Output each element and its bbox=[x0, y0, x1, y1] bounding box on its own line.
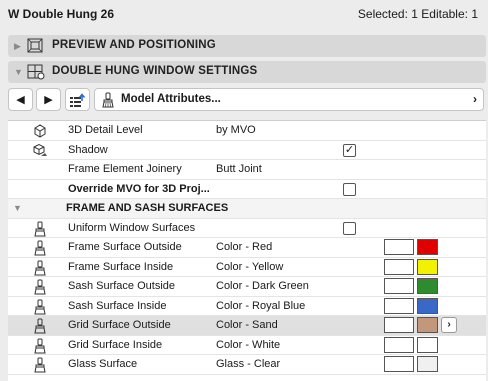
window-settings-icon bbox=[27, 64, 45, 80]
row-value[interactable]: Color - White bbox=[216, 339, 280, 351]
list-upload-icon bbox=[70, 92, 86, 107]
element-title: W Double Hung 26 bbox=[8, 7, 114, 21]
collapse-arrow-icon[interactable]: ▶ bbox=[14, 41, 21, 52]
next-button[interactable]: ▶ bbox=[36, 88, 61, 111]
row-value[interactable]: Color - Sand bbox=[216, 319, 278, 331]
table-row[interactable]: Glass Surface Glass - Clear bbox=[8, 355, 486, 375]
previous-button[interactable]: ◀ bbox=[8, 88, 33, 111]
row-label: Uniform Window Surfaces bbox=[68, 221, 196, 234]
section-window-settings[interactable]: ▼ DOUBLE HUNG WINDOW SETTINGS bbox=[8, 61, 486, 83]
row-value[interactable]: Color - Royal Blue bbox=[216, 300, 305, 312]
title-bar: W Double Hung 26 Selected: 1 Editable: 1 bbox=[0, 0, 488, 30]
color-swatch[interactable] bbox=[417, 356, 438, 372]
paintbrush-icon bbox=[34, 357, 46, 373]
table-row[interactable]: Override MVO for 3D Proj... bbox=[8, 180, 486, 199]
row-label: 3D Detail Level bbox=[68, 124, 143, 136]
paintbrush-icon bbox=[34, 338, 46, 353]
surface-swatch[interactable] bbox=[384, 317, 414, 333]
table-row-selected[interactable]: Grid Surface Outside Color - Sand › bbox=[8, 316, 486, 336]
chevron-left-icon: ◀ bbox=[16, 94, 25, 106]
table-row[interactable]: Grid Surface Inside Color - White bbox=[8, 336, 486, 355]
section-label: DOUBLE HUNG WINDOW SETTINGS bbox=[52, 65, 258, 77]
row-label: Sash Surface Inside bbox=[68, 299, 167, 312]
table-row[interactable]: Sash Surface Outside Color - Dark Green bbox=[8, 277, 486, 297]
color-swatch[interactable] bbox=[417, 258, 438, 275]
chevron-right-icon: ▶ bbox=[44, 94, 53, 106]
row-label: Grid Surface Inside bbox=[68, 338, 163, 351]
paintbrush-icon bbox=[34, 240, 46, 256]
upload-settings-button[interactable] bbox=[65, 88, 90, 111]
row-label: Grid Surface Outside bbox=[68, 319, 171, 331]
shadow-checkbox[interactable]: ✓ bbox=[343, 143, 356, 157]
group-label: FRAME AND SASH SURFACES bbox=[66, 202, 229, 214]
row-label: Frame Surface Outside bbox=[68, 241, 182, 253]
expand-arrow-icon[interactable]: ▼ bbox=[14, 67, 23, 77]
surface-swatch[interactable] bbox=[384, 297, 414, 314]
color-swatch[interactable] bbox=[417, 297, 438, 314]
paintbrush-icon bbox=[34, 221, 46, 236]
model-attributes-dropdown[interactable]: Model Attributes... › bbox=[94, 88, 484, 111]
paintbrush-icon bbox=[34, 279, 46, 295]
table-row[interactable]: Shadow ✓ bbox=[8, 141, 486, 160]
section-label: PREVIEW AND POSITIONING bbox=[52, 39, 216, 51]
table-row[interactable]: Frame Element Joinery Butt Joint bbox=[8, 160, 486, 180]
settings-table: 3D Detail Level by MVO Shadow ✓ Frame El… bbox=[8, 120, 486, 381]
paintbrush-icon bbox=[34, 299, 46, 314]
row-value[interactable]: Butt Joint bbox=[216, 163, 262, 175]
surface-swatch[interactable] bbox=[384, 258, 414, 275]
color-swatch[interactable] bbox=[417, 239, 438, 255]
row-label: Glass Surface bbox=[68, 358, 138, 370]
preview-icon bbox=[27, 38, 43, 53]
color-swatch[interactable] bbox=[417, 317, 438, 333]
selection-status: Selected: 1 Editable: 1 bbox=[357, 7, 478, 21]
table-row[interactable]: 3D Detail Level by MVO bbox=[8, 121, 486, 141]
row-value[interactable]: Color - Dark Green bbox=[216, 280, 309, 292]
color-swatch[interactable] bbox=[417, 278, 438, 294]
row-label: Sash Surface Outside bbox=[68, 280, 176, 292]
group-header-frame-sash-surfaces[interactable]: ▼ FRAME AND SASH SURFACES bbox=[8, 199, 486, 219]
paintbrush-icon bbox=[34, 260, 46, 275]
row-value[interactable]: by MVO bbox=[216, 124, 256, 136]
collapse-arrow-icon[interactable]: ▼ bbox=[13, 203, 22, 213]
row-value[interactable]: Glass - Clear bbox=[216, 358, 280, 370]
row-label: Frame Surface Inside bbox=[68, 260, 174, 273]
settings-toolbar: ◀ ▶ Model Attributes... › bbox=[8, 88, 486, 112]
row-label: Override MVO for 3D Proj... bbox=[68, 182, 210, 195]
table-row[interactable]: Frame Surface Inside Color - Yellow bbox=[8, 258, 486, 277]
model-attributes-label: Model Attributes... bbox=[121, 93, 221, 105]
shadow-cube-icon bbox=[33, 143, 47, 156]
paintbrush-icon bbox=[102, 92, 114, 108]
surface-swatch[interactable] bbox=[384, 356, 414, 372]
surface-swatch[interactable] bbox=[384, 336, 414, 353]
chevron-right-icon: › bbox=[473, 92, 477, 106]
swatch-picker-button[interactable]: › bbox=[441, 317, 457, 333]
surface-swatch[interactable] bbox=[384, 278, 414, 294]
section-preview-positioning[interactable]: ▶ PREVIEW AND POSITIONING bbox=[8, 35, 486, 57]
row-value[interactable]: Color - Red bbox=[216, 241, 272, 253]
uniform-surfaces-checkbox[interactable] bbox=[343, 221, 356, 235]
color-swatch[interactable] bbox=[417, 336, 438, 353]
table-row[interactable]: Sash Surface Inside Color - Royal Blue bbox=[8, 297, 486, 316]
table-row[interactable]: Uniform Window Surfaces bbox=[8, 219, 486, 238]
row-label: Shadow bbox=[68, 143, 108, 156]
row-value[interactable]: Color - Yellow bbox=[216, 261, 283, 273]
override-checkbox[interactable] bbox=[343, 182, 356, 196]
paintbrush-icon bbox=[34, 318, 46, 334]
3d-cube-icon bbox=[34, 124, 46, 138]
surface-swatch[interactable] bbox=[384, 239, 414, 255]
row-label: Frame Element Joinery bbox=[68, 163, 182, 175]
table-row[interactable]: Frame Surface Outside Color - Red bbox=[8, 238, 486, 258]
